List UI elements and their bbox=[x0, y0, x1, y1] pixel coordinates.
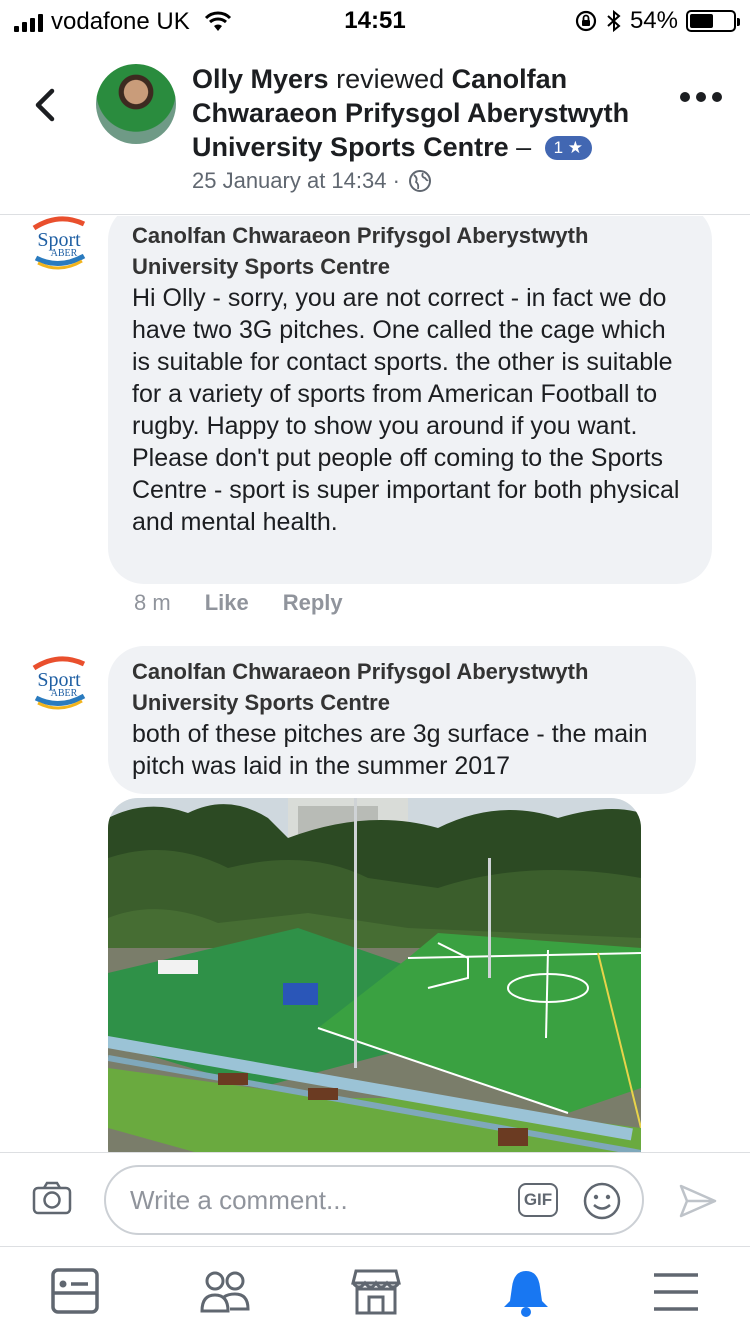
sport-aber-logo-icon: Sport ABER bbox=[32, 656, 86, 710]
like-button[interactable]: Like bbox=[205, 590, 249, 616]
comment-input[interactable]: Write a comment... bbox=[104, 1165, 644, 1235]
post-header: Olly Myers reviewed Canolfan Chwaraeon P… bbox=[0, 40, 750, 215]
camera-icon[interactable] bbox=[32, 1181, 72, 1215]
sport-aber-logo-icon: Sport ABER bbox=[32, 216, 86, 270]
page-avatar[interactable]: Sport ABER bbox=[24, 216, 94, 278]
rating-badge: 1 ★ bbox=[544, 136, 593, 160]
post-meta: 25 January at 14:34 · bbox=[192, 168, 432, 194]
orientation-lock-icon bbox=[575, 10, 597, 32]
comment-text: both of these pitches are 3g surface - t… bbox=[132, 720, 648, 780]
battery-level bbox=[690, 14, 713, 28]
comment-time: 8 m bbox=[134, 590, 171, 615]
bluetooth-icon bbox=[607, 9, 621, 33]
emoji-icon[interactable] bbox=[582, 1181, 622, 1221]
comment-bubble[interactable]: Canolfan Chwaraeon Prifysgol Aberystwyth… bbox=[108, 216, 712, 584]
back-icon[interactable] bbox=[30, 85, 66, 125]
news-feed-icon[interactable] bbox=[50, 1267, 102, 1317]
comments-thread: Sport ABER Canolfan Chwaraeon Prifysgol … bbox=[0, 216, 750, 1152]
friends-icon[interactable] bbox=[200, 1267, 252, 1317]
battery-icon bbox=[686, 10, 740, 32]
battery-percent: 54% bbox=[629, 7, 678, 34]
notifications-icon[interactable] bbox=[500, 1267, 552, 1317]
marketplace-icon[interactable] bbox=[350, 1267, 402, 1317]
more-options-icon[interactable] bbox=[680, 92, 722, 102]
post-date[interactable]: 25 January at 14:34 · bbox=[192, 168, 400, 194]
review-action: reviewed bbox=[328, 64, 452, 94]
globe-icon bbox=[408, 170, 431, 192]
status-bar: vodafone UK 14:51 54% bbox=[0, 0, 750, 40]
comment-actions: 8 m Like Reply bbox=[134, 590, 343, 616]
reply-button[interactable]: Reply bbox=[283, 590, 343, 616]
comment-composer: Write a comment... GIF bbox=[0, 1152, 750, 1246]
comment-author[interactable]: Canolfan Chwaraeon Prifysgol Aberystwyth… bbox=[132, 220, 686, 282]
reviewer-avatar[interactable] bbox=[96, 64, 176, 144]
bottom-tab-bar bbox=[0, 1246, 750, 1334]
status-right: 54% bbox=[574, 7, 740, 35]
title-dash: – bbox=[508, 132, 539, 162]
svg-text:ABER: ABER bbox=[51, 688, 78, 699]
gif-button[interactable]: GIF bbox=[518, 1183, 558, 1217]
comment-photo[interactable] bbox=[108, 798, 641, 1152]
review-title: Olly Myers reviewed Canolfan Chwaraeon P… bbox=[192, 62, 662, 164]
send-icon[interactable] bbox=[678, 1183, 718, 1219]
comment-text: Hi Olly - sorry, you are not correct - i… bbox=[132, 284, 680, 536]
comment-author[interactable]: Canolfan Chwaraeon Prifysgol Aberystwyth… bbox=[132, 656, 670, 718]
pitch-photo-illustration bbox=[108, 798, 641, 1152]
page-avatar[interactable]: Sport ABER bbox=[24, 648, 94, 718]
reviewer-name[interactable]: Olly Myers bbox=[192, 64, 329, 94]
svg-text:ABER: ABER bbox=[51, 248, 78, 259]
comment-bubble[interactable]: Canolfan Chwaraeon Prifysgol Aberystwyth… bbox=[108, 646, 696, 794]
menu-icon[interactable] bbox=[650, 1267, 702, 1317]
